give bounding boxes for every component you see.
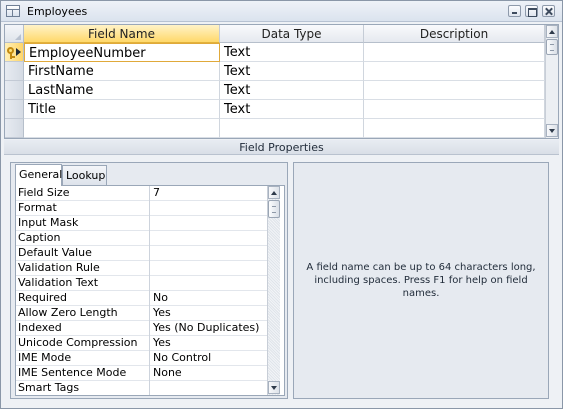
property-value[interactable]: Yes (No Duplicates) — [151, 321, 267, 336]
restore-button[interactable] — [525, 5, 538, 17]
property-value[interactable]: No Control — [151, 351, 267, 366]
close-button[interactable] — [542, 5, 555, 17]
property-value[interactable] — [151, 246, 267, 261]
property-row[interactable]: Allow Zero Length Yes — [16, 306, 267, 321]
description-cell[interactable] — [364, 100, 545, 119]
property-row[interactable]: Input Mask — [16, 216, 267, 231]
property-name: IME Sentence Mode — [16, 366, 150, 381]
property-name: Format — [16, 201, 150, 216]
data-type-cell[interactable]: Text — [220, 62, 364, 81]
property-name: Indexed — [16, 321, 150, 336]
field-name-cell[interactable]: Title — [24, 100, 220, 119]
property-value[interactable] — [151, 201, 267, 216]
row-selector[interactable] — [5, 119, 24, 138]
field-name-cell[interactable]: FirstName — [24, 62, 220, 81]
property-row[interactable]: Validation Rule — [16, 261, 267, 276]
data-type-cell[interactable]: Text — [220, 43, 364, 62]
property-name: Unicode Compression — [16, 336, 150, 351]
property-value[interactable] — [151, 276, 267, 291]
help-pane: A field name can be up to 64 characters … — [293, 162, 549, 399]
data-type-cell[interactable]: Text — [220, 81, 364, 100]
description-cell[interactable] — [364, 62, 545, 81]
column-header-data-type[interactable]: Data Type — [220, 25, 364, 43]
scroll-thumb[interactable] — [546, 39, 558, 55]
primary-key-icon — [6, 46, 22, 59]
grid-header: Field Name Data Type Description — [5, 25, 545, 43]
row-selector[interactable] — [5, 100, 24, 119]
scroll-down-button[interactable] — [268, 381, 280, 394]
field-name-cell[interactable] — [24, 119, 220, 138]
property-row[interactable]: Required No — [16, 291, 267, 306]
property-value[interactable]: None — [151, 366, 267, 381]
table-row: LastName Text — [5, 81, 545, 100]
column-header-description[interactable]: Description — [364, 25, 545, 43]
property-row[interactable]: Smart Tags — [16, 381, 267, 395]
field-grid: Field Name Data Type Description Employe… — [4, 24, 559, 139]
data-type-cell[interactable]: Text — [220, 100, 364, 119]
row-selector[interactable] — [5, 43, 24, 62]
help-text: A field name can be up to 64 characters … — [306, 262, 536, 299]
tab-lookup[interactable]: Lookup — [62, 165, 107, 185]
select-all-corner[interactable] — [5, 25, 24, 43]
scroll-thumb[interactable] — [268, 200, 280, 218]
property-value[interactable] — [151, 216, 267, 231]
property-name: Validation Text — [16, 276, 150, 291]
window-title: Employees — [27, 5, 88, 18]
row-selector[interactable] — [5, 62, 24, 81]
property-value[interactable]: 7 — [151, 186, 267, 201]
scroll-down-button[interactable] — [546, 124, 558, 137]
table-row: EmployeeNumber Text — [5, 43, 545, 62]
title-bar[interactable]: Employees — [1, 1, 562, 22]
property-value[interactable] — [151, 381, 267, 395]
data-type-cell[interactable] — [220, 119, 364, 138]
field-name-cell[interactable]: EmployeeNumber — [24, 43, 220, 62]
property-value[interactable]: Yes — [151, 336, 267, 351]
property-value[interactable] — [151, 231, 267, 246]
property-row[interactable]: Default Value — [16, 246, 267, 261]
property-name: Validation Rule — [16, 261, 150, 276]
properties-scrollbar[interactable] — [267, 186, 280, 395]
property-row[interactable]: Caption — [16, 231, 267, 246]
property-name: Caption — [16, 231, 150, 246]
table-row: Title Text — [5, 100, 545, 119]
scroll-up-button[interactable] — [546, 25, 558, 38]
description-cell[interactable] — [364, 81, 545, 100]
minimize-button[interactable] — [508, 5, 521, 17]
property-name: Smart Tags — [16, 381, 150, 395]
property-name: Required — [16, 291, 150, 306]
grid-scrollbar[interactable] — [545, 25, 558, 138]
property-row[interactable]: Field Size 7 — [16, 186, 267, 201]
property-row[interactable]: IME Mode No Control — [16, 351, 267, 366]
property-value[interactable]: Yes — [151, 306, 267, 321]
property-sheet: Field Size 7 Format Input Mask Caption De… — [15, 185, 285, 396]
property-row[interactable]: Format — [16, 201, 267, 216]
table-row: FirstName Text — [5, 62, 545, 81]
description-cell[interactable] — [364, 119, 545, 138]
field-properties-panel: General Lookup Field Size 7 Format Input … — [10, 162, 288, 399]
property-row[interactable]: Validation Text — [16, 276, 267, 291]
property-value[interactable]: No — [151, 291, 267, 306]
property-row[interactable]: Unicode Compression Yes — [16, 336, 267, 351]
property-value[interactable] — [151, 261, 267, 276]
property-name: Input Mask — [16, 216, 150, 231]
tab-general[interactable]: General — [15, 164, 62, 186]
row-selector[interactable] — [5, 81, 24, 100]
column-header-field-name[interactable]: Field Name — [24, 25, 220, 43]
property-name: Allow Zero Length — [16, 306, 150, 321]
field-name-cell[interactable]: LastName — [24, 81, 220, 100]
table-row — [5, 119, 545, 138]
table-icon — [6, 5, 20, 17]
property-row[interactable]: Indexed Yes (No Duplicates) — [16, 321, 267, 336]
property-name: Default Value — [16, 246, 150, 261]
field-properties-label: Field Properties — [4, 140, 559, 155]
table-design-window: Employees Field Name Data Type Descripti… — [0, 0, 563, 409]
scroll-up-button[interactable] — [268, 186, 280, 199]
description-cell[interactable] — [364, 43, 545, 62]
property-name: Field Size — [16, 186, 150, 201]
property-name: IME Mode — [16, 351, 150, 366]
property-row[interactable]: IME Sentence Mode None — [16, 366, 267, 381]
